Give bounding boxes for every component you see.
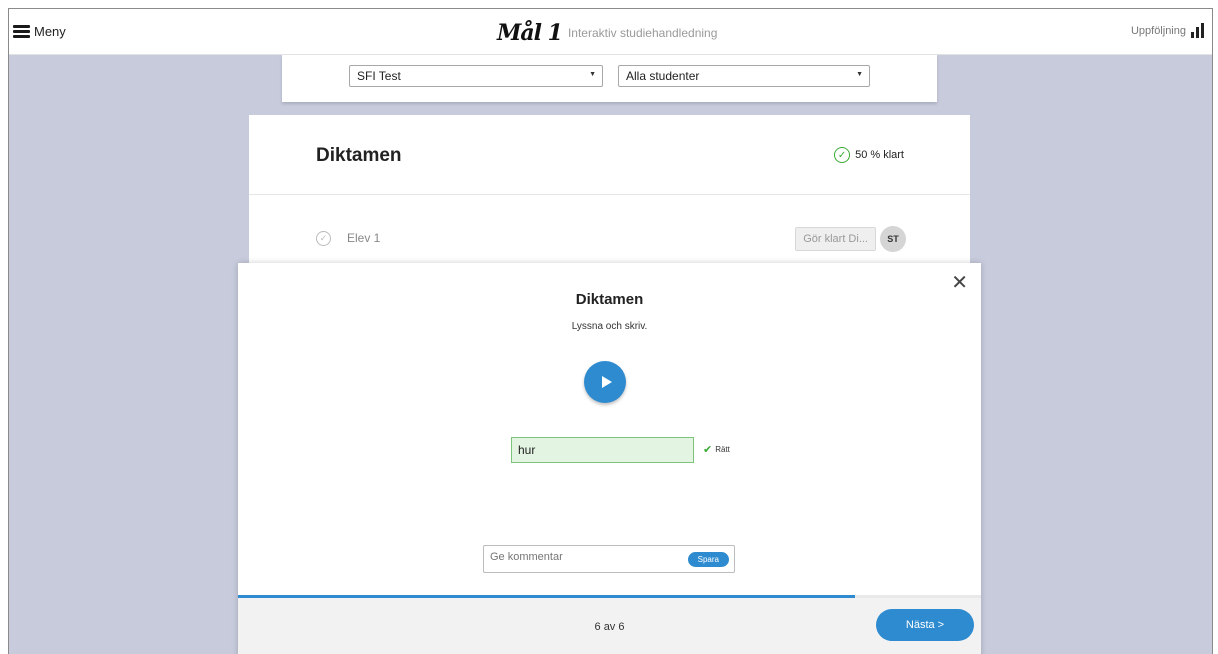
comment-input[interactable]	[490, 551, 680, 563]
check-circle-icon: ✓	[834, 147, 851, 163]
student-name: Elev 1	[347, 231, 381, 245]
chevron-down-icon: ▼	[856, 71, 863, 78]
student-row[interactable]: ✓ Elev 1 Gör klart Di... ST	[316, 225, 906, 255]
students-select[interactable]: Alla studenter ▼	[618, 65, 870, 87]
chevron-down-icon: ▼	[589, 71, 596, 78]
check-circle-icon: ✓	[316, 231, 331, 246]
checkmark-icon: ✔	[703, 444, 713, 456]
avatar: ST	[880, 226, 906, 252]
exercise-modal: ✕ Diktamen Lyssna och skriv. ✔ Rätt Spar…	[238, 263, 981, 654]
next-button[interactable]: Nästa >	[876, 609, 974, 641]
modal-title: Diktamen	[575, 291, 644, 308]
answer-input[interactable]	[511, 437, 694, 463]
menu-label: Meny	[34, 24, 66, 39]
task-header: Diktamen ✓ 50 % klart	[249, 115, 970, 195]
logo: Mål 1	[497, 20, 563, 46]
question-counter: 6 av 6	[594, 621, 625, 633]
play-icon	[601, 376, 612, 388]
result-status: ✔ Rätt	[703, 443, 730, 456]
result-label: Rätt	[715, 445, 730, 454]
finish-task-button[interactable]: Gör klart Di...	[795, 227, 876, 251]
brand: Mål 1 Interaktiv studiehandledning	[497, 20, 717, 46]
menu-button[interactable]: Meny	[13, 24, 66, 39]
close-icon[interactable]: ✕	[951, 273, 968, 293]
followup-link[interactable]: Uppföljning	[1131, 23, 1204, 38]
tagline: Interaktiv studiehandledning	[567, 26, 718, 40]
save-button[interactable]: Spara	[687, 552, 729, 567]
hamburger-icon	[13, 25, 30, 38]
progress-label: 50 % klart	[855, 149, 904, 161]
play-button[interactable]	[584, 361, 626, 403]
top-bar: Meny Mål 1 Interaktiv studiehandledning …	[9, 9, 1212, 55]
students-select-value: Alla studenter	[626, 69, 700, 83]
course-select-value: SFI Test	[357, 69, 401, 83]
followup-label: Uppföljning	[1130, 24, 1186, 37]
bar-chart-icon	[1191, 23, 1204, 38]
progress-status: ✓ 50 % klart	[834, 147, 904, 163]
filter-card: SFI Test ▼ Alla studenter ▼	[282, 55, 937, 102]
task-title: Diktamen	[316, 145, 402, 166]
course-select[interactable]: SFI Test ▼	[349, 65, 603, 87]
comment-box: Spara	[483, 545, 735, 573]
modal-footer: 6 av 6 Nästa >	[238, 598, 981, 654]
modal-instruction: Lyssna och skriv.	[571, 321, 648, 332]
app-frame: Meny Mål 1 Interaktiv studiehandledning …	[8, 8, 1213, 654]
